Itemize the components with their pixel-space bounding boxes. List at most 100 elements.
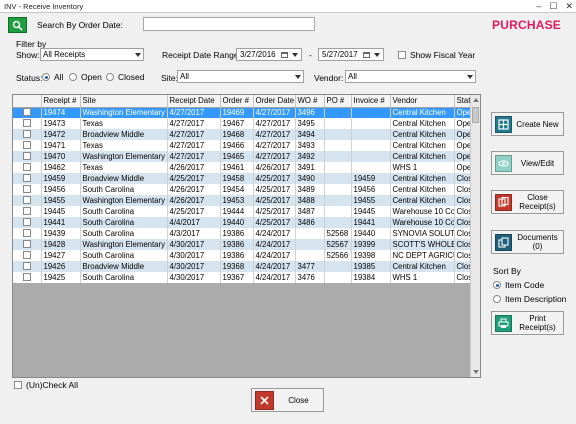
documents-button[interactable]: Documents (0) [491,230,564,254]
close-window-button[interactable]: ✕ [565,0,573,12]
close-button[interactable]: Close [251,388,324,412]
radio-off-icon[interactable] [69,73,77,81]
row-select-cell[interactable] [13,118,42,129]
row-select-cell[interactable] [13,250,42,261]
chevron-down-icon [295,74,301,79]
row-checkbox[interactable] [22,217,31,226]
date-range-label: Receipt Date Range: [162,50,241,60]
row-checkbox[interactable] [22,107,31,116]
row-select-cell[interactable] [13,162,42,173]
sort-option-label: Item Description [505,294,567,304]
row-checkbox[interactable] [22,272,31,281]
row-select-cell[interactable] [13,217,42,228]
row-select-cell[interactable] [13,239,42,250]
table-row[interactable]: 19462 Texas 4/26/2017 19461 4/26/2017 3491 WHS… [13,162,472,173]
radio-off-icon[interactable] [493,295,501,303]
radio-on-icon[interactable] [493,281,501,289]
column-header[interactable]: Order # [220,95,254,108]
table-row[interactable]: 19425 South Carolina 4/30/2017 19367 4/24/20… [13,272,472,283]
fiscal-year-toggle[interactable]: Show Fiscal Year [398,50,475,60]
row-select-cell[interactable] [13,206,42,217]
maximize-button[interactable]: ☐ [549,0,557,12]
date-from-picker[interactable]: 3/27/2016 [236,48,302,61]
minimize-button[interactable]: – [536,0,541,12]
column-header[interactable]: PO # [324,95,352,108]
row-select-cell[interactable] [13,140,42,151]
column-header[interactable]: Site [80,95,168,108]
row-checkbox[interactable] [22,228,31,237]
row-select-cell[interactable] [13,107,42,118]
row-select-cell[interactable] [13,173,42,184]
check-all-toggle[interactable]: (Un)Check All [14,380,78,390]
table-row[interactable]: 19439 South Carolina 4/3/2017 19386 4/24/201… [13,228,472,239]
scroll-down-icon[interactable] [473,370,479,374]
table-row[interactable]: 19474 Washington Elementary 4/27/2017 19469… [13,107,472,118]
table-cell: Clos [454,250,472,261]
table-row[interactable]: 19441 South Carolina 4/4/2017 19440 4/25/201… [13,217,472,228]
vendor-select[interactable]: All [345,70,476,83]
site-select[interactable]: All [177,70,304,83]
column-header[interactable]: WO # [295,95,325,108]
row-checkbox[interactable] [22,118,31,127]
check-all-checkbox[interactable] [14,381,22,389]
table-row[interactable]: 19470 Washington Elementary 4/27/2017 19465… [13,151,472,162]
row-select-cell[interactable] [13,129,42,140]
order-date-search-input[interactable] [143,17,315,31]
table-row[interactable]: 19459 Broadview Middle 4/25/2017 19458 4/25/… [13,173,472,184]
table-row[interactable]: 19471 Texas 4/27/2017 19466 4/27/2017 3493 Cen… [13,140,472,151]
date-to-picker[interactable]: 5/27/2017 [318,48,384,61]
column-header[interactable] [13,95,42,108]
row-checkbox[interactable] [22,140,31,149]
table-row[interactable]: 19472 Broadview Middle 4/27/2017 19468 4/27/… [13,129,472,140]
radio-off-icon[interactable] [106,73,114,81]
column-header[interactable]: Invoice # [351,95,391,108]
table-row[interactable]: 19473 Texas 4/27/2017 19467 4/27/2017 3495 Cen… [13,118,472,129]
close-receipts-button[interactable]: Close Receipt(s) [491,190,564,214]
row-checkbox[interactable] [22,173,31,182]
row-select-cell[interactable] [13,272,42,283]
column-header[interactable]: Receipt Date [167,95,221,108]
view-edit-button[interactable]: View/Edit [491,151,564,175]
grid-scrollbar[interactable] [470,95,480,377]
row-checkbox[interactable] [22,129,31,138]
row-select-cell[interactable] [13,228,42,239]
column-header[interactable]: Vendor [390,95,455,108]
row-checkbox[interactable] [22,162,31,171]
print-receipts-button[interactable]: Print Receipt(s) [491,311,564,335]
table-row[interactable]: 19455 Washington Elementary 4/26/2017 19453… [13,195,472,206]
row-select-cell[interactable] [13,195,42,206]
row-checkbox[interactable] [22,151,31,160]
table-row[interactable]: 19427 South Carolina 4/30/2017 19386 4/24/20… [13,250,472,261]
table-row[interactable]: 19456 South Carolina 4/26/2017 19454 4/25/20… [13,184,472,195]
scroll-up-icon[interactable] [473,98,479,102]
row-checkbox[interactable] [22,184,31,193]
create-new-button[interactable]: Create New [491,112,564,136]
show-select[interactable]: All Receipts [40,48,144,61]
row-checkbox[interactable] [22,195,31,204]
table-cell: 3489 [295,184,325,195]
table-cell: Washington Elementary [80,107,168,118]
column-header[interactable]: Order Date [253,95,296,108]
table-row[interactable]: 19428 Washington Elementary 4/30/2017 19386… [13,239,472,250]
table-row[interactable]: 19445 South Carolina 4/25/2017 19444 4/25/20… [13,206,472,217]
row-select-cell[interactable] [13,151,42,162]
status-radio-all[interactable]: All [42,72,63,82]
sort-item-description-radio[interactable]: Item Description [493,294,566,304]
table-row[interactable]: 19426 Broadview Middle 4/30/2017 19368 4/24/… [13,261,472,272]
row-checkbox[interactable] [22,206,31,215]
row-checkbox[interactable] [22,261,31,270]
receipts-grid[interactable]: Receipt # Site Receipt Date Order # Order Da… [12,94,481,378]
status-radio-closed[interactable]: Closed [106,72,144,82]
row-select-cell[interactable] [13,261,42,272]
row-checkbox[interactable] [22,250,31,259]
sort-item-code-radio[interactable]: Item Code [493,280,544,290]
status-radio-open[interactable]: Open [69,72,102,82]
radio-on-icon[interactable] [42,73,50,81]
column-header[interactable]: Receipt # [41,95,81,108]
row-select-cell[interactable] [13,184,42,195]
fiscal-year-checkbox[interactable] [398,51,406,59]
scroll-thumb[interactable] [472,107,479,123]
column-header[interactable]: Statu [454,95,472,108]
search-button[interactable] [8,17,27,33]
row-checkbox[interactable] [22,239,31,248]
